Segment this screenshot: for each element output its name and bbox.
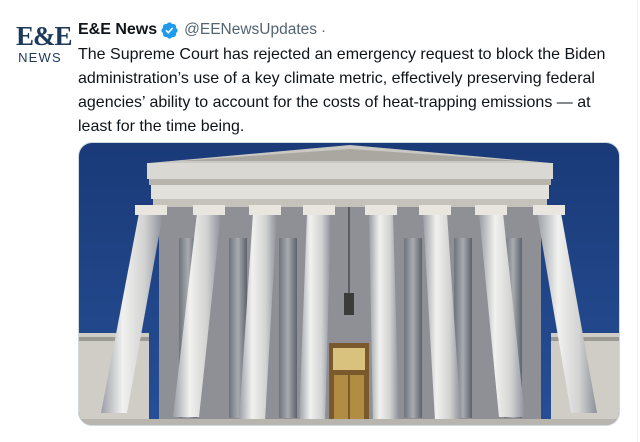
timeline-border: [637, 0, 638, 442]
avatar-logo-subtext: NEWS: [18, 50, 62, 65]
supreme-court-photo: [79, 143, 619, 425]
tweet-text: The Supreme Court has rejected an emerge…: [78, 46, 606, 135]
account-handle[interactable]: @EENewsUpdates: [184, 21, 317, 39]
display-name[interactable]: E&E News: [78, 21, 157, 39]
separator-dot: ·: [321, 21, 327, 39]
avatar-logo-text: E&E: [16, 21, 73, 51]
verified-badge-icon: [160, 21, 179, 40]
tweet-header: E&E News @EENewsUpdates ·: [78, 20, 326, 40]
tweet-card[interactable]: E&E NEWS E&E News @EENewsUpdates · The S…: [0, 0, 640, 442]
tweet-media[interactable]: [78, 142, 620, 426]
avatar[interactable]: E&E NEWS: [16, 21, 73, 71]
